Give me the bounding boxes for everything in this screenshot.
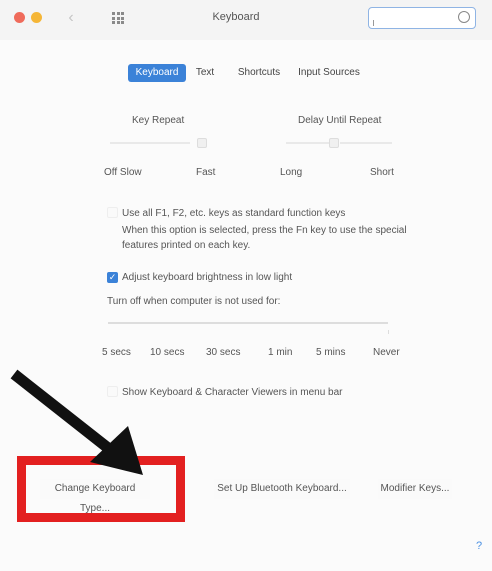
pointer-arrow-annotation: [10, 369, 143, 475]
help-button[interactable]: ?: [476, 540, 486, 554]
keyboard-preferences-window: ‹ Keyboard Keyboard Text Shortcuts Input…: [0, 0, 492, 571]
